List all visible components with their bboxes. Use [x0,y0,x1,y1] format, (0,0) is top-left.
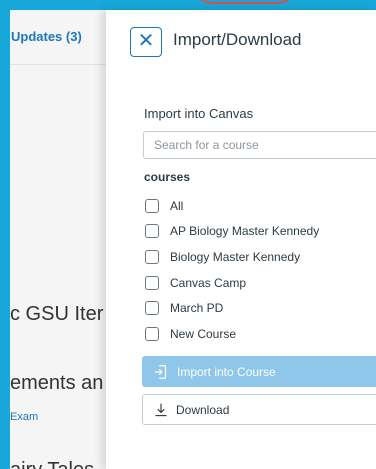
download-icon [155,403,167,416]
close-icon: ✕ [137,30,155,52]
course-label: Biology Master Kennedy [170,249,301,264]
import-icon [154,364,167,379]
course-label: New Course [170,326,237,341]
import-into-canvas-label: Import into Canvas [144,106,254,121]
import-button-label: Import into Course [177,364,276,379]
tray-title: Import/Download [173,30,302,49]
course-option-all[interactable]: All [145,193,319,219]
divider [10,64,110,65]
course-label: Canvas Camp [170,275,247,290]
course-option-ap-biology-master-kennedy[interactable]: AP Biology Master Kennedy [145,219,319,245]
background-course-page: Updates (3) c GSU Iter ements an Exam ai… [10,10,110,469]
course-option-biology-master-kennedy[interactable]: Biology Master Kennedy [145,244,319,270]
course-option-march-pd[interactable]: March PD [145,295,319,321]
course-option-canvas-camp[interactable]: Canvas Camp [145,270,319,296]
checkbox[interactable] [145,301,159,316]
course-label: AP Biology Master Kennedy [170,224,320,239]
download-button-label: Download [176,402,230,417]
course-checkbox-list: All AP Biology Master Kennedy Biology Ma… [145,193,319,347]
download-button[interactable]: Download [142,394,376,425]
checkbox[interactable] [145,275,159,290]
background-heading-1: c GSU Iter [10,303,104,325]
course-label: All [170,198,184,213]
window-frame-left [0,0,10,469]
exam-link[interactable]: Exam [10,411,38,423]
updates-link[interactable]: Updates (3) [11,29,82,44]
checkbox[interactable] [145,326,159,341]
background-heading-3: airy Tales [10,459,94,469]
course-label: March PD [170,301,224,316]
import-into-course-button[interactable]: Import into Course [142,356,376,387]
checkbox[interactable] [145,249,159,264]
checkbox[interactable] [145,224,159,239]
background-heading-2: ements an [10,372,104,394]
courses-heading: courses [144,170,191,184]
course-search-input[interactable] [143,131,376,159]
checkbox[interactable] [145,198,159,213]
close-button[interactable]: ✕ [130,27,162,57]
course-option-new-course[interactable]: New Course [145,321,319,347]
import-download-tray: ✕ Import/Download Import into Canvas cou… [106,10,376,469]
window-frame-top [0,0,376,10]
